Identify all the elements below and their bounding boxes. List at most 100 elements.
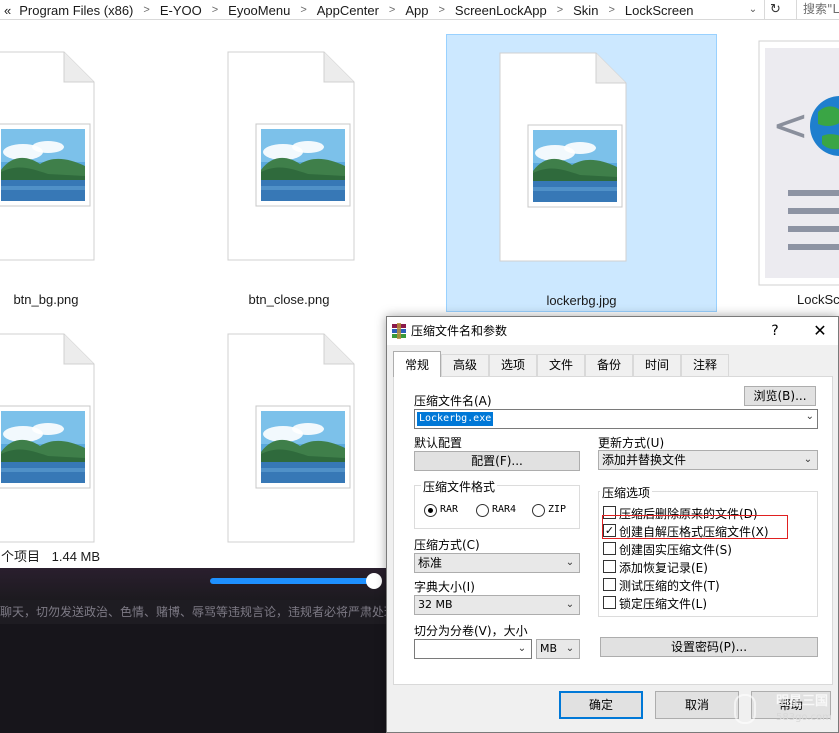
breadcrumb: « Program Files (x86) > E-YOO > EyooMenu > … (4, 1, 694, 19)
chevron-right-icon[interactable]: > (300, 4, 306, 16)
file-item[interactable] (0, 330, 126, 546)
chat-notice: 聊天，切勿发送政治、色情、赌博、辱骂等违规言论，违规者必将严肃处理 (0, 605, 390, 619)
options-group: 压缩选项 压缩后删除原来的文件(D) ✓ 创建自解压格式压缩文件(X) 创建固实… (598, 484, 818, 617)
dict-size-select[interactable]: 32 MB ⌄ (414, 595, 580, 615)
split-label: 切分为分卷(V)，大小 (414, 624, 528, 638)
tab-general[interactable]: 常规 (393, 351, 441, 377)
search-input[interactable]: 搜索"L (796, 0, 839, 19)
breadcrumb-overflow[interactable]: « (4, 3, 11, 18)
set-password-button[interactable]: 设置密码(P)... (600, 637, 818, 657)
close-icon[interactable]: ✕ (810, 317, 830, 345)
chevron-down-icon: ⌄ (565, 599, 575, 610)
item-count: 个项目 (1, 549, 41, 564)
file-name: btn_bg.png (13, 292, 79, 307)
breadcrumb-item[interactable]: ScreenLockApp (455, 3, 547, 18)
image-file-icon (499, 52, 627, 262)
recovery-record-label: 添加恢复记录(E) (619, 561, 708, 575)
watermark-url: 583go.com (776, 712, 832, 723)
tab-advanced[interactable]: 高级 (441, 354, 489, 376)
file-item[interactable] (226, 330, 392, 546)
breadcrumb-item[interactable]: LockScreen (625, 3, 694, 18)
site-watermark: 明星三国 583go.com (732, 688, 839, 733)
format-zip-label: ZIP (548, 504, 567, 515)
file-item[interactable]: btn_bg.png (0, 40, 126, 312)
help-icon[interactable]: ? (765, 317, 785, 345)
file-item[interactable]: < LockScr (758, 40, 839, 312)
tab-files[interactable]: 文件 (537, 354, 585, 376)
format-rar-label: RAR (440, 504, 459, 515)
update-mode-label: 更新方式(U) (598, 436, 665, 450)
method-select[interactable]: 标准 ⌄ (414, 553, 580, 573)
breadcrumb-item[interactable]: EyooMenu (228, 3, 290, 18)
breadcrumb-item[interactable]: Program Files (x86) (19, 3, 133, 18)
chevron-right-icon[interactable]: > (143, 4, 149, 16)
lock-archive-checkbox[interactable] (603, 596, 616, 609)
address-bar[interactable]: « Program Files (x86) > E-YOO > EyooMenu > … (0, 0, 839, 20)
format-zip-radio[interactable] (532, 504, 545, 517)
archive-name-value: Lockerbg.exe (417, 412, 494, 426)
winrar-icon (392, 323, 406, 339)
method-value: 标准 (418, 556, 443, 570)
file-name: btn_close.png (248, 292, 330, 307)
test-files-label: 测试压缩的文件(T) (619, 579, 720, 593)
cancel-button[interactable]: 取消 (655, 691, 739, 719)
archive-dialog: 压缩文件名和参数 ? ✕ 常规 高级 选项 文件 备份 时间 注释 压缩文件名(… (386, 316, 839, 733)
breadcrumb-item[interactable]: AppCenter (317, 3, 379, 18)
breadcrumb-item[interactable]: Skin (573, 3, 598, 18)
breadcrumb-item[interactable]: App (405, 3, 428, 18)
chevron-down-icon: ⌄ (517, 643, 527, 654)
chevron-down-icon[interactable]: ⌄ (744, 1, 762, 18)
chevron-right-icon[interactable]: > (438, 4, 444, 16)
browse-button[interactable]: 浏览(B)... (744, 386, 816, 406)
format-rar-radio[interactable] (424, 504, 437, 517)
chevron-down-icon[interactable]: ⌄ (806, 411, 814, 422)
image-file-icon (0, 51, 95, 261)
solid-checkbox[interactable] (603, 542, 616, 555)
update-mode-value: 添加并替换文件 (602, 453, 687, 467)
options-group-title: 压缩选项 (600, 484, 653, 501)
image-file-icon (227, 333, 355, 543)
format-rar4-radio[interactable] (476, 504, 489, 517)
archive-name-field[interactable]: Lockerbg.exe ⌄ (414, 409, 818, 429)
file-item-selected[interactable]: lockerbg.jpg (446, 34, 717, 312)
tab-comment[interactable]: 注释 (681, 354, 729, 376)
format-group: 压缩文件格式 RAR RAR4 ZIP (414, 478, 580, 529)
svg-text:<: < (772, 100, 809, 151)
chevron-right-icon[interactable]: > (557, 4, 563, 16)
general-panel: 压缩文件名(A) 浏览(B)... Lockerbg.exe ⌄ 默认配置 配置… (393, 376, 833, 685)
chevron-right-icon[interactable]: > (212, 4, 218, 16)
tab-options[interactable]: 选项 (489, 354, 537, 376)
app-header-band (0, 568, 390, 600)
dict-size-label: 字典大小(I) (414, 580, 475, 594)
tab-time[interactable]: 时间 (633, 354, 681, 376)
test-files-checkbox[interactable] (603, 578, 616, 591)
profiles-button[interactable]: 配置(F)... (414, 451, 580, 471)
update-mode-select[interactable]: 添加并替换文件 ⌄ (598, 450, 818, 470)
chevron-right-icon[interactable]: > (389, 4, 395, 16)
refresh-icon[interactable]: ↻ (764, 0, 786, 19)
dialog-titlebar[interactable]: 压缩文件名和参数 ? ✕ (387, 317, 838, 345)
split-unit-select[interactable]: MB ⌄ (536, 639, 580, 659)
chevron-down-icon: ⌄ (565, 643, 575, 654)
html-file-icon: < (758, 40, 839, 286)
file-name: LockScr (797, 292, 839, 307)
split-size-select[interactable]: ⌄ (414, 639, 532, 659)
ok-button[interactable]: 确定 (559, 691, 643, 719)
solid-label: 创建固实压缩文件(S) (619, 543, 732, 557)
format-group-title: 压缩文件格式 (421, 478, 498, 495)
file-item[interactable]: btn_close.png (226, 40, 392, 312)
lock-archive-label: 锁定压缩文件(L) (619, 597, 708, 611)
highlight-box (602, 515, 788, 539)
slider-knob[interactable] (366, 573, 382, 589)
chevron-right-icon[interactable]: > (608, 4, 614, 16)
selection-size: 1.44 MB (51, 549, 101, 564)
split-unit-value: MB (540, 642, 558, 655)
recovery-record-checkbox[interactable] (603, 560, 616, 573)
watermark-logo-icon (734, 694, 756, 724)
tab-backup[interactable]: 备份 (585, 354, 633, 376)
file-name: lockerbg.jpg (546, 293, 617, 308)
breadcrumb-item[interactable]: E-YOO (160, 3, 202, 18)
method-label: 压缩方式(C) (414, 538, 480, 552)
archive-name-label: 压缩文件名(A) (414, 394, 492, 408)
volume-slider[interactable] (210, 578, 380, 584)
